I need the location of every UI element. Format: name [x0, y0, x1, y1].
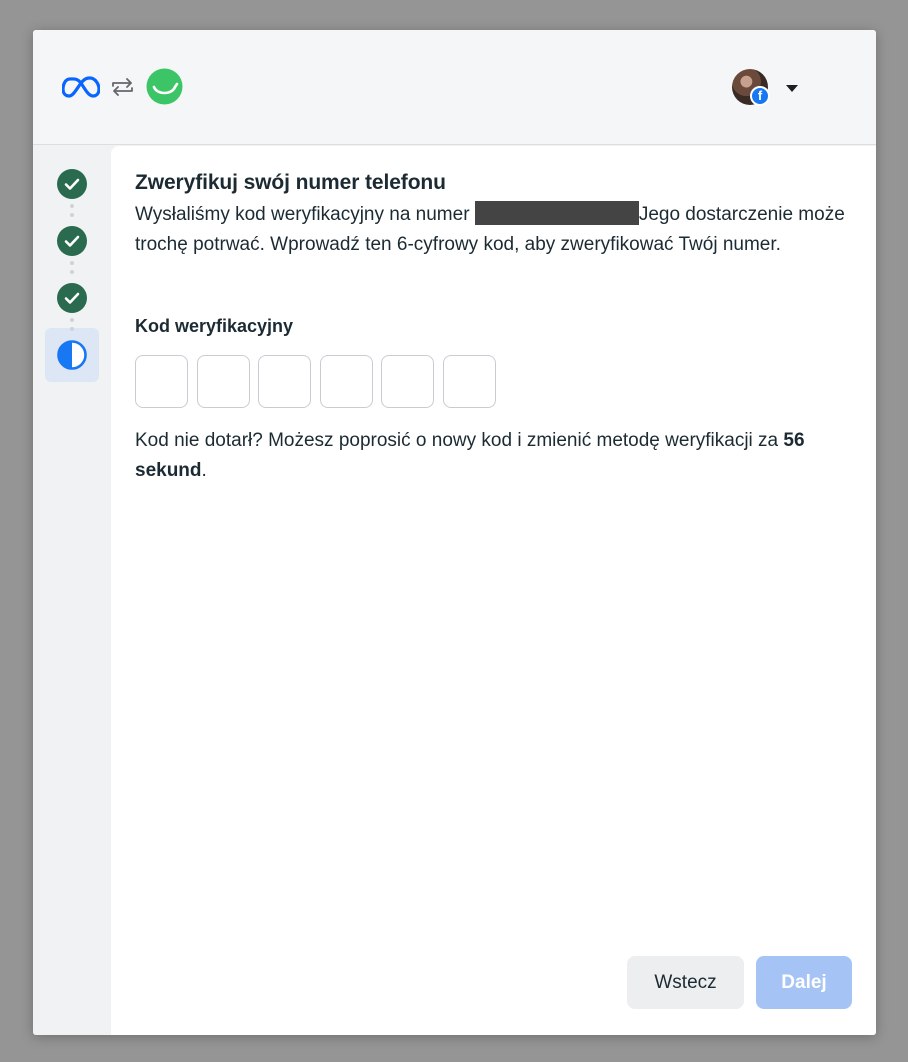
step-2-check-icon — [57, 226, 87, 256]
arrows-swap-icon — [112, 78, 133, 96]
description-text: Wysłaliśmy kod weryfikacyjny na numer — [135, 204, 475, 225]
step-connector — [70, 261, 74, 279]
resend-text: Kod nie dotarł? Możesz poprosić o nowy k… — [135, 430, 784, 451]
facebook-badge-icon: f — [750, 86, 770, 106]
page-title: Zweryfikuj swój numer telefonu — [135, 171, 446, 194]
code-digit-input-6[interactable] — [442, 355, 496, 408]
code-digit-input-2[interactable] — [196, 355, 250, 408]
chevron-down-icon[interactable] — [784, 82, 800, 94]
code-digit-input-5[interactable] — [381, 355, 434, 408]
verification-description: Wysłaliśmy kod weryfikacyjny na numer Je… — [135, 200, 855, 260]
step-connector — [70, 204, 74, 222]
redacted-phone-number — [474, 201, 639, 225]
header-bar: f — [33, 30, 876, 145]
app-logo — [146, 68, 183, 105]
step-4-half-circle-icon — [57, 340, 87, 370]
next-button[interactable]: Dalej — [756, 956, 852, 1009]
meta-logo — [62, 76, 100, 98]
step-3-check-icon — [57, 283, 87, 313]
main-panel: Zweryfikuj swój numer telefonu Wysłaliśm… — [111, 146, 876, 1035]
code-digit-input-3[interactable] — [258, 355, 311, 408]
code-input-group — [135, 355, 504, 408]
resend-notice: Kod nie dotarł? Możesz poprosić o nowy k… — [135, 426, 865, 486]
code-field-label: Kod weryfikacyjny — [135, 316, 294, 336]
code-digit-input-1[interactable] — [135, 355, 188, 408]
step-1-check-icon — [57, 169, 87, 199]
progress-stepper — [33, 146, 111, 1035]
verification-dialog: f Zweryfikuj swój numer telefonu Wysłali… — [33, 30, 876, 1035]
back-button[interactable]: Wstecz — [627, 956, 744, 1009]
resend-period: . — [201, 460, 207, 481]
code-digit-input-4[interactable] — [319, 355, 373, 408]
step-connector — [70, 318, 74, 336]
